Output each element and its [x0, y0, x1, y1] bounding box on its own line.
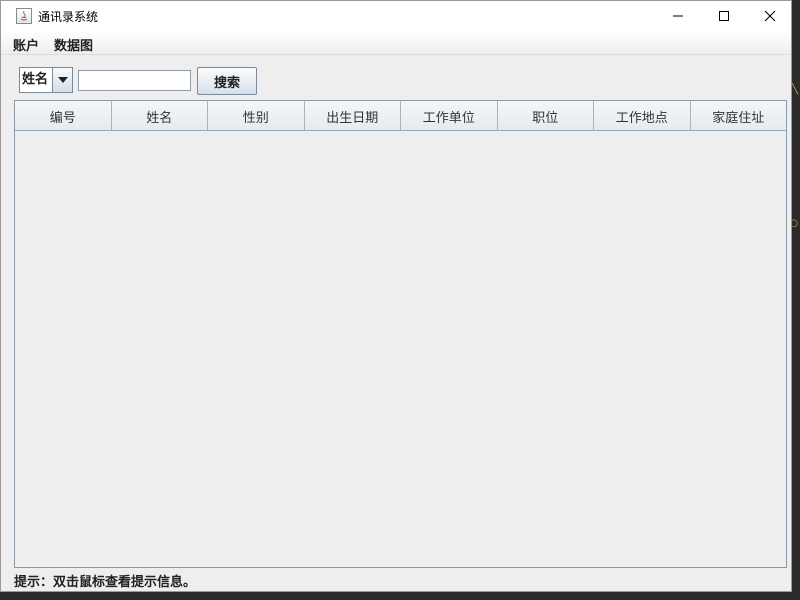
column-header-home-address[interactable]: 家庭住址 [691, 101, 787, 131]
maximize-icon [719, 11, 729, 21]
menu-account[interactable]: 账户 [13, 35, 39, 54]
column-header-name[interactable]: 姓名 [112, 101, 208, 131]
column-header-id[interactable]: 编号 [15, 101, 112, 131]
menu-data-chart[interactable]: 数据图 [54, 35, 93, 54]
title-bar[interactable]: 通讯录系统 [1, 1, 791, 31]
column-header-employer[interactable]: 工作单位 [401, 101, 498, 131]
maximize-button[interactable] [701, 1, 747, 31]
menu-bar: 账户 数据图 [1, 31, 791, 55]
column-header-gender[interactable]: 性别 [208, 101, 305, 131]
close-button[interactable] [747, 1, 793, 31]
search-toolbar: 姓名 搜索 [1, 63, 791, 97]
column-header-birthdate[interactable]: 出生日期 [305, 101, 401, 131]
search-field-selected: 姓名 [20, 68, 53, 92]
status-hint: 提示：双击鼠标查看提示信息。 [14, 575, 197, 590]
java-app-icon [16, 8, 32, 24]
chevron-down-icon [57, 77, 68, 83]
app-window: 通讯录系统 账户 数据图 姓名 搜索 编号 姓名 性别 出生日期 工作单位 职位… [0, 0, 792, 592]
table-header: 编号 姓名 性别 出生日期 工作单位 职位 工作地点 家庭住址 [15, 101, 786, 131]
search-field-select[interactable]: 姓名 [19, 67, 73, 93]
column-header-position[interactable]: 职位 [498, 101, 594, 131]
minimize-button[interactable] [655, 1, 701, 31]
dropdown-button[interactable] [53, 68, 72, 92]
contacts-table: 编号 姓名 性别 出生日期 工作单位 职位 工作地点 家庭住址 [14, 100, 787, 568]
search-input[interactable] [78, 70, 191, 91]
close-icon [764, 10, 776, 22]
minimize-icon [673, 15, 683, 17]
window-title: 通讯录系统 [38, 10, 99, 24]
search-button[interactable]: 搜索 [197, 67, 257, 95]
table-body[interactable] [15, 132, 786, 567]
column-header-work-location[interactable]: 工作地点 [594, 101, 691, 131]
desktop-code-glyph: ╲ [791, 84, 798, 95]
